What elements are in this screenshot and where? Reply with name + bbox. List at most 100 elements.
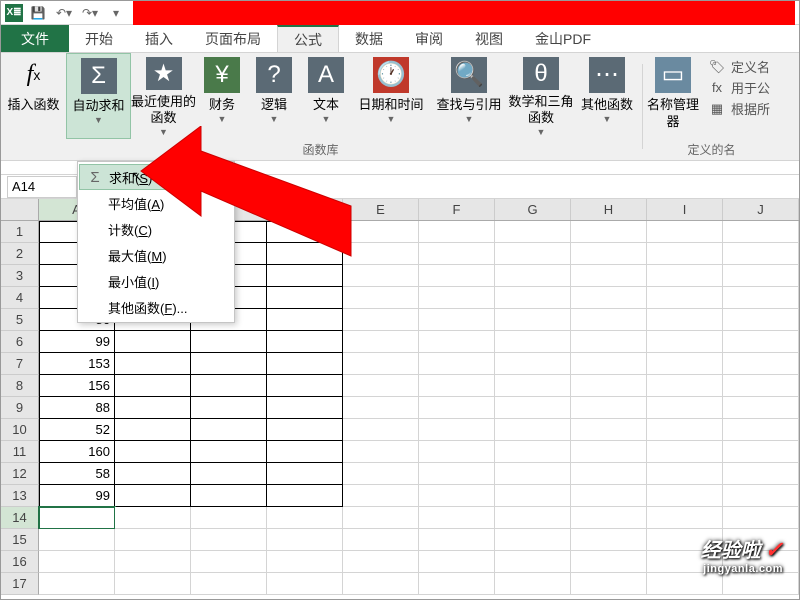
cell[interactable] <box>647 309 723 331</box>
cell[interactable] <box>495 287 571 309</box>
row-header[interactable]: 7 <box>1 353 39 375</box>
row-header[interactable]: 16 <box>1 551 39 573</box>
cell[interactable] <box>343 397 419 419</box>
cell[interactable] <box>647 375 723 397</box>
cell[interactable] <box>115 375 191 397</box>
tab-page-layout[interactable]: 页面布局 <box>189 25 277 52</box>
cell[interactable] <box>39 529 115 551</box>
cell[interactable] <box>343 331 419 353</box>
menu-item-more-functions[interactable]: 其他函数(F)... <box>78 294 234 320</box>
cell[interactable] <box>419 265 495 287</box>
cell[interactable] <box>419 551 495 573</box>
cell[interactable] <box>571 397 647 419</box>
cell[interactable] <box>495 441 571 463</box>
cell[interactable] <box>191 331 267 353</box>
cell[interactable] <box>571 441 647 463</box>
cell[interactable]: 52 <box>39 419 115 441</box>
cell[interactable] <box>343 265 419 287</box>
cell[interactable] <box>495 529 571 551</box>
cell[interactable] <box>571 309 647 331</box>
row-header[interactable]: 6 <box>1 331 39 353</box>
cell[interactable] <box>419 485 495 507</box>
cell[interactable] <box>571 331 647 353</box>
col-header-D[interactable]: D <box>267 199 343 220</box>
cell[interactable] <box>343 353 419 375</box>
cell[interactable] <box>115 441 191 463</box>
row-header[interactable]: 4 <box>1 287 39 309</box>
cell[interactable] <box>723 419 799 441</box>
cell[interactable] <box>267 441 343 463</box>
cell[interactable] <box>267 419 343 441</box>
cell[interactable] <box>267 551 343 573</box>
cell[interactable] <box>647 221 723 243</box>
cell[interactable] <box>723 463 799 485</box>
cell[interactable] <box>495 507 571 529</box>
cell[interactable] <box>115 331 191 353</box>
cell[interactable] <box>647 485 723 507</box>
cell[interactable] <box>343 507 419 529</box>
cell[interactable] <box>495 265 571 287</box>
cell[interactable] <box>419 375 495 397</box>
recent-functions-button[interactable]: ★ 最近使用的函数 ▼ <box>131 53 196 139</box>
cell[interactable] <box>267 507 343 529</box>
cell[interactable] <box>723 485 799 507</box>
menu-item-max[interactable]: 最大值(M) <box>78 242 234 268</box>
cell[interactable] <box>571 551 647 573</box>
col-header-F[interactable]: F <box>419 199 495 220</box>
cell[interactable] <box>343 419 419 441</box>
cell[interactable] <box>115 419 191 441</box>
cell[interactable] <box>723 441 799 463</box>
cell[interactable] <box>419 419 495 441</box>
cell[interactable] <box>343 221 419 243</box>
menu-item-sum[interactable]: Σ 求和(S) <box>79 164 233 190</box>
cell[interactable] <box>419 243 495 265</box>
row-header[interactable]: 11 <box>1 441 39 463</box>
col-header-G[interactable]: G <box>495 199 571 220</box>
cell[interactable] <box>419 221 495 243</box>
tab-home[interactable]: 开始 <box>69 25 129 52</box>
cell[interactable] <box>647 397 723 419</box>
cell[interactable] <box>191 397 267 419</box>
name-box[interactable]: A14 <box>7 176 77 198</box>
cell[interactable] <box>495 573 571 595</box>
cell[interactable]: 58 <box>39 463 115 485</box>
cell[interactable] <box>191 573 267 595</box>
use-in-formula-button[interactable]: fx用于公 <box>709 78 770 97</box>
cell[interactable]: 99 <box>39 331 115 353</box>
cell[interactable] <box>267 221 343 243</box>
cell[interactable] <box>495 309 571 331</box>
cell[interactable] <box>495 221 571 243</box>
tab-view[interactable]: 视图 <box>459 25 519 52</box>
cell[interactable] <box>571 243 647 265</box>
cell[interactable] <box>115 397 191 419</box>
row-header[interactable]: 2 <box>1 243 39 265</box>
cell[interactable] <box>647 507 723 529</box>
cell[interactable] <box>723 265 799 287</box>
cell[interactable] <box>571 507 647 529</box>
select-all-corner[interactable] <box>1 199 39 220</box>
tab-data[interactable]: 数据 <box>339 25 399 52</box>
cell[interactable] <box>571 463 647 485</box>
cell[interactable] <box>343 287 419 309</box>
qat-redo-button[interactable]: ↷▾ <box>79 2 101 24</box>
text-button[interactable]: A 文本 ▼ <box>300 53 352 139</box>
cell[interactable] <box>647 331 723 353</box>
insert-function-button[interactable]: fx 插入函数 <box>1 53 66 139</box>
cell[interactable] <box>419 507 495 529</box>
qat-undo-button[interactable]: ↶▾ <box>53 2 75 24</box>
cell[interactable] <box>419 573 495 595</box>
cell[interactable] <box>267 485 343 507</box>
cell[interactable] <box>267 375 343 397</box>
cell[interactable] <box>495 331 571 353</box>
cell[interactable] <box>115 573 191 595</box>
cell[interactable]: 88 <box>39 397 115 419</box>
row-header[interactable]: 13 <box>1 485 39 507</box>
cell[interactable] <box>571 529 647 551</box>
cell[interactable]: 153 <box>39 353 115 375</box>
cell[interactable] <box>723 331 799 353</box>
cell[interactable] <box>115 507 191 529</box>
more-functions-button[interactable]: ⋯ 其他函数 ▼ <box>574 53 640 139</box>
cell[interactable] <box>723 309 799 331</box>
cell[interactable] <box>647 573 723 595</box>
cell[interactable] <box>647 243 723 265</box>
